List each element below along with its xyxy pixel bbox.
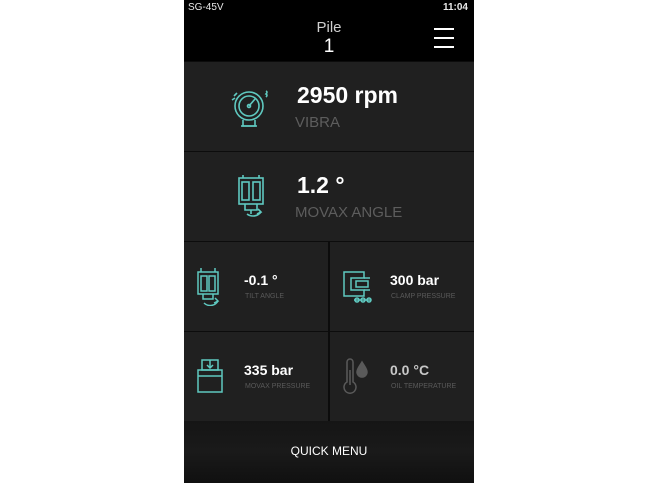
oil-temperature-tile[interactable]: 0.0 °C OIL TEMPERATURE: [330, 331, 474, 421]
movax-angle-icon: [238, 175, 264, 217]
app-screen: SG-45V 11:04 Pile 1 2950 rpm VIBRA 1.2 °…: [184, 0, 474, 483]
tilt-angle-label: TILT ANGLE: [245, 293, 285, 300]
pile-number: 1: [323, 36, 335, 57]
movax-pressure-label: MOVAX PRESSURE: [245, 383, 311, 390]
hamburger-menu-icon[interactable]: [434, 28, 454, 48]
clock: 11:04: [442, 2, 468, 13]
page-title: Pile: [316, 19, 342, 36]
movax-angle-label: MOVAX ANGLE: [295, 204, 403, 221]
movax-pressure-tile[interactable]: 335 bar MOVAX PRESSURE: [184, 331, 328, 421]
device-name: SG-45V: [188, 2, 224, 13]
quick-menu-button[interactable]: QUICK MENU: [184, 421, 474, 483]
status-bar: SG-45V 11:04: [184, 0, 474, 16]
oil-temperature-label: OIL TEMPERATURE: [391, 383, 457, 390]
thermometer-icon: [343, 358, 368, 394]
tile-divider: [328, 241, 330, 421]
tilt-angle-tile[interactable]: -0.1 ° TILT ANGLE: [184, 241, 328, 331]
movax-pressure-icon: [197, 359, 223, 393]
vibra-value: 2950 rpm: [297, 82, 399, 108]
vibra-tile[interactable]: 2950 rpm VIBRA: [184, 61, 474, 151]
movax-angle-tile[interactable]: 1.2 ° MOVAX ANGLE: [184, 151, 474, 241]
clamp-pressure-label: CLAMP PRESSURE: [391, 293, 456, 300]
header: Pile 1: [184, 16, 474, 61]
movax-pressure-value: 335 bar: [244, 362, 294, 378]
clamp-icon: [343, 271, 372, 303]
clamp-pressure-value: 300 bar: [390, 272, 440, 288]
tilt-angle-value: -0.1 °: [244, 272, 278, 288]
movax-angle-value: 1.2 °: [297, 172, 345, 198]
oil-temperature-value: 0.0 °C: [390, 362, 430, 378]
vibration-gauge-icon: [231, 90, 268, 127]
tilt-angle-icon: [197, 268, 220, 306]
clamp-pressure-tile[interactable]: 300 bar CLAMP PRESSURE: [330, 241, 474, 331]
vibra-label: VIBRA: [295, 114, 341, 131]
